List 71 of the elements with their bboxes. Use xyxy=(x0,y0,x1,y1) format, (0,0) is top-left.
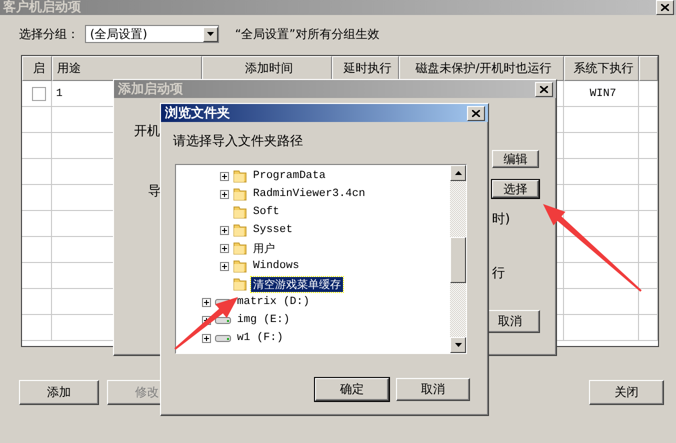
table-cell xyxy=(639,185,658,211)
dialog-button[interactable]: 选择 xyxy=(492,180,539,198)
scroll-down-icon xyxy=(454,343,462,347)
table-cell xyxy=(639,211,658,237)
folder-icon xyxy=(233,205,247,219)
table-cell: WIN7 xyxy=(564,81,639,107)
tree-item[interactable]: 清空游戏菜单缓存 xyxy=(251,276,343,292)
table-cell xyxy=(639,159,658,185)
folder-icon xyxy=(233,241,247,255)
window-title: 客户机启动项 xyxy=(3,0,81,16)
close-button[interactable] xyxy=(535,82,553,96)
scroll-up-icon xyxy=(454,171,462,175)
column-header[interactable]: 磁盘未保护/开机时也运行 xyxy=(399,56,564,81)
table-cell xyxy=(639,315,658,341)
dialog-button[interactable]: 关闭 xyxy=(589,380,664,405)
scroll-thumb[interactable] xyxy=(450,237,466,283)
prompt-text: 请选择导入文件夹路径 xyxy=(172,133,304,151)
window-title: 添加启动项 xyxy=(118,80,183,98)
field-label: 导 xyxy=(148,183,161,200)
table-cell xyxy=(639,237,658,263)
expand-icon[interactable] xyxy=(220,262,229,270)
tree-item[interactable]: img (E:) xyxy=(235,314,292,326)
folder-icon xyxy=(233,169,247,183)
drive-icon xyxy=(215,333,231,343)
table-cell xyxy=(639,107,658,133)
dropdown-arrow-icon xyxy=(207,32,214,36)
table-cell xyxy=(639,133,658,159)
close-button[interactable] xyxy=(656,0,674,14)
dialog-button[interactable]: 确定 xyxy=(315,378,389,401)
column-header[interactable]: 添加时间 xyxy=(202,56,332,81)
close-icon xyxy=(661,4,669,10)
close-icon xyxy=(472,110,480,116)
column-header[interactable]: 启 xyxy=(22,56,52,81)
close-icon xyxy=(540,86,548,92)
column-header[interactable]: 系统下执行 xyxy=(564,56,639,81)
drive-icon xyxy=(215,315,231,325)
group-select[interactable]: (全局设置) xyxy=(85,25,219,43)
tree-item[interactable]: Soft xyxy=(251,206,282,218)
expand-icon[interactable] xyxy=(202,298,211,306)
group-label: 选择分组： xyxy=(19,26,79,42)
folder-icon xyxy=(233,259,247,273)
field-label: 时) xyxy=(492,211,510,228)
tree-item[interactable]: Sysset xyxy=(251,224,295,236)
tree-item[interactable]: matrix (D:) xyxy=(235,296,312,308)
expand-icon[interactable] xyxy=(220,190,229,198)
arrow-annotation xyxy=(174,297,238,350)
dialog-button[interactable]: 编辑 xyxy=(492,150,539,168)
row-checkbox[interactable] xyxy=(32,86,46,100)
column-header[interactable]: 用途 xyxy=(52,56,202,81)
tree-item[interactable]: RadminViewer3.4cn xyxy=(251,188,368,200)
folder-icon xyxy=(233,277,247,291)
expand-icon[interactable] xyxy=(220,226,229,234)
dialog-button[interactable]: 添加 xyxy=(19,380,99,405)
tree-item[interactable]: 用户 xyxy=(251,240,277,256)
scrollbar[interactable] xyxy=(450,165,466,353)
tree-item[interactable]: Windows xyxy=(251,260,302,272)
expand-icon[interactable] xyxy=(220,244,229,252)
table-cell xyxy=(639,81,658,107)
window-title: 浏览文件夹 xyxy=(165,104,230,122)
field-label: 开机 xyxy=(134,123,160,140)
column-header[interactable]: 延时执行 xyxy=(332,56,399,81)
folder-icon xyxy=(233,187,247,201)
group-note: “全局设置”对所有分组生效 xyxy=(235,26,380,42)
folder-icon xyxy=(233,223,247,237)
expand-icon[interactable] xyxy=(202,334,211,342)
dialog-button[interactable]: 取消 xyxy=(396,378,470,401)
close-button[interactable] xyxy=(467,106,485,120)
field-label: 行 xyxy=(492,265,505,282)
tree-item[interactable]: ProgramData xyxy=(251,170,328,182)
expand-icon[interactable] xyxy=(220,172,229,180)
tree-item[interactable]: w1 (F:) xyxy=(235,332,286,344)
